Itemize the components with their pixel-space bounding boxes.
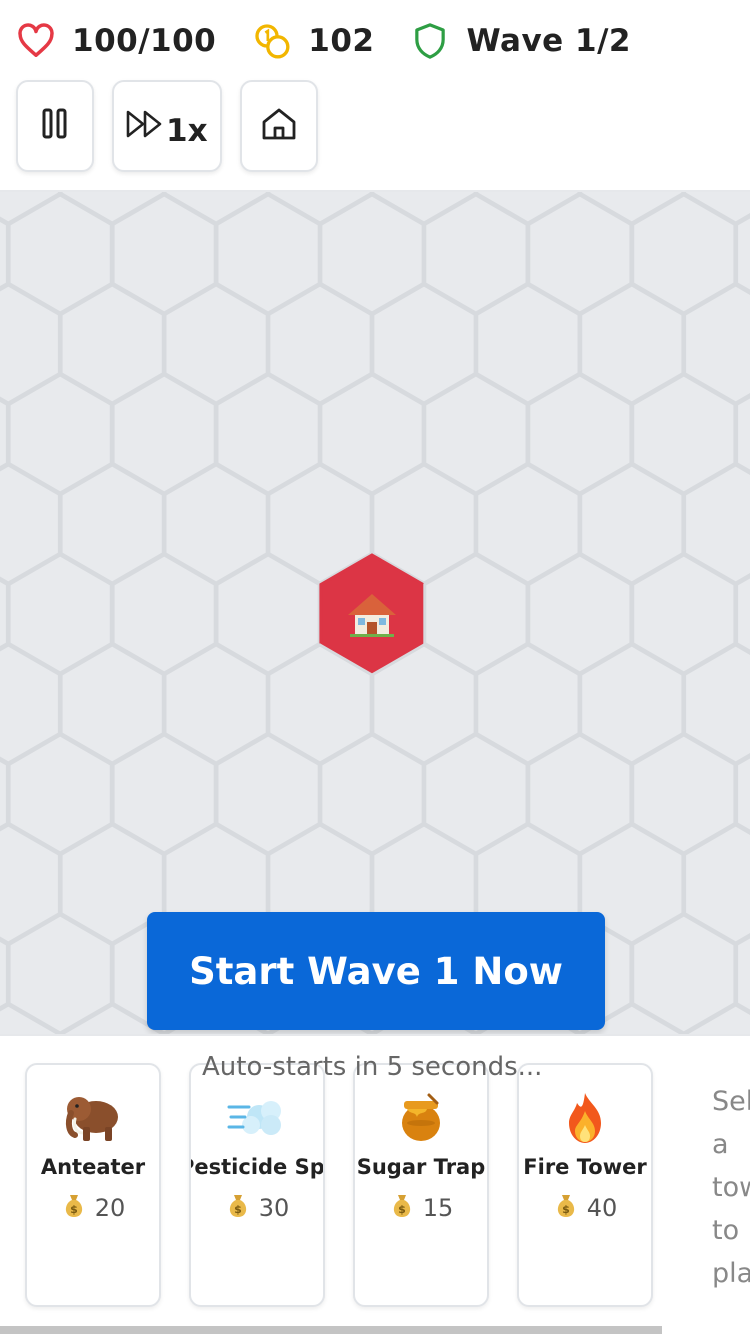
coins-icon	[252, 21, 292, 61]
fast-forward-icon	[126, 110, 164, 142]
autostart-text: Auto-starts in 5 seconds...	[202, 1052, 543, 1082]
top-bar: 100/100 102 Wave 1/2 1x	[0, 0, 750, 192]
tower-name: Sugar Trap	[356, 1155, 486, 1179]
tower-name: Pesticide Spray	[191, 1155, 325, 1179]
tower-cost-value: 15	[422, 1194, 454, 1222]
pause-button[interactable]	[16, 80, 94, 172]
hint-line: tow	[712, 1172, 750, 1203]
svg-text:$: $	[70, 1203, 78, 1216]
speed-button[interactable]: 1x	[112, 80, 222, 172]
tower-cost: $ 30	[191, 1191, 323, 1225]
tower-cost: $ 15	[355, 1191, 487, 1225]
health-stat: 100/100	[16, 21, 216, 61]
tower-card-fire-tower[interactable]: Fire Tower $ 40	[517, 1063, 653, 1307]
heart-icon	[16, 21, 56, 61]
tower-name: Anteater	[40, 1155, 146, 1179]
tower-cost: $ 20	[27, 1191, 159, 1225]
wave-stat: Wave 1/2	[410, 21, 631, 61]
tower-card-pesticide-spray[interactable]: Pesticide Spray $ 30	[189, 1063, 325, 1307]
svg-text:$: $	[234, 1203, 242, 1216]
tower-name: Fire Tower	[523, 1155, 647, 1179]
hex-grid[interactable]	[0, 192, 750, 1034]
mammoth-icon	[27, 1089, 159, 1147]
svg-text:$: $	[398, 1203, 406, 1216]
shield-icon	[410, 21, 450, 61]
placement-hint: Sel a tow to pla	[712, 1080, 750, 1295]
controls-row: 1x	[16, 80, 336, 172]
tower-cost-value: 30	[258, 1194, 290, 1222]
hint-line: to	[712, 1215, 740, 1246]
speed-label: 1x	[166, 113, 208, 149]
start-wave-button[interactable]: Start Wave 1 Now	[147, 912, 605, 1030]
tower-cost: $ 40	[519, 1191, 651, 1225]
tray-scrollbar[interactable]	[0, 1326, 662, 1334]
tower-cost-value: 40	[586, 1194, 618, 1222]
fire-icon	[519, 1089, 651, 1147]
pause-icon	[42, 108, 68, 144]
hint-line: a	[712, 1129, 729, 1160]
wave-value: Wave 1/2	[466, 23, 631, 59]
stats-row: 100/100 102 Wave 1/2	[16, 18, 667, 64]
money-bag-icon: $	[225, 1191, 251, 1225]
coins-stat: 102	[252, 21, 374, 61]
money-bag-icon: $	[553, 1191, 579, 1225]
home-icon	[261, 107, 297, 145]
svg-text:$: $	[562, 1203, 570, 1216]
hex-board[interactable]	[0, 192, 750, 1034]
tower-card-sugar-trap[interactable]: Sugar Trap $ 15	[353, 1063, 489, 1307]
money-bag-icon: $	[61, 1191, 87, 1225]
hint-line: pla	[712, 1258, 750, 1289]
money-bag-icon: $	[389, 1191, 415, 1225]
coins-value: 102	[308, 23, 375, 59]
tower-cost-value: 20	[94, 1194, 126, 1222]
tower-card-anteater[interactable]: Anteater $ 20	[25, 1063, 161, 1307]
spray-icon	[191, 1089, 323, 1147]
honey-pot-icon	[355, 1089, 487, 1147]
home-button[interactable]	[239, 80, 318, 172]
health-value: 100/100	[72, 23, 217, 59]
hint-line: Sel	[712, 1086, 750, 1117]
